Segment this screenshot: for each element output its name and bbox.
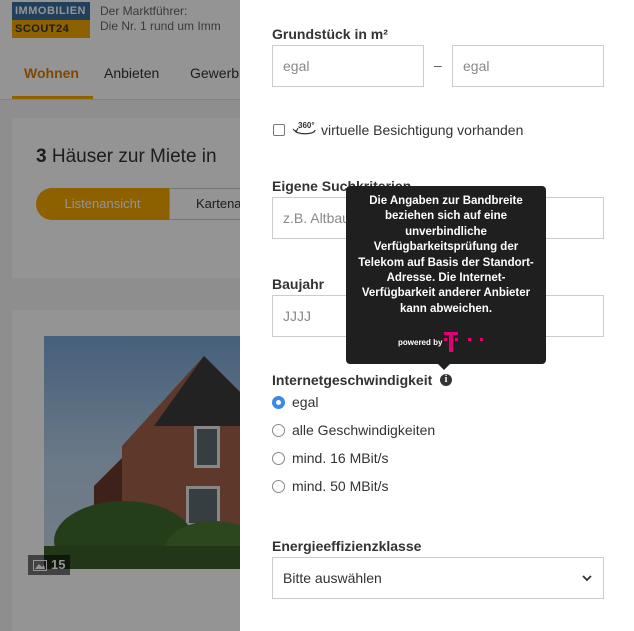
info-icon[interactable]: i <box>440 374 452 386</box>
tooltip-arrow <box>438 364 450 370</box>
radio-speed-16-label[interactable]: mind. 16 MBit/s <box>292 450 388 466</box>
360-icon: 360° <box>292 121 316 135</box>
radio-speed-16[interactable] <box>272 452 285 465</box>
energy-class-label: Energieeffizienzklasse <box>272 538 422 554</box>
radio-speed-all-label[interactable]: alle Geschwindigkeiten <box>292 422 435 438</box>
virtual-tour-checkbox[interactable] <box>273 124 285 136</box>
bandwidth-tooltip: Die Angaben zur Bandbreite beziehen sich… <box>346 186 546 370</box>
radio-speed-50-label[interactable]: mind. 50 MBit/s <box>292 478 388 494</box>
virtual-tour-label[interactable]: virtuelle Besichtigung vorhanden <box>321 122 523 138</box>
radio-speed-any[interactable] <box>272 396 285 409</box>
range-separator: – <box>434 57 442 73</box>
plot-area-label: Grundstück in m² <box>272 26 388 42</box>
radio-speed-50[interactable] <box>272 480 285 493</box>
plot-area-max-input[interactable] <box>452 45 604 87</box>
svg-text:360°: 360° <box>298 121 315 130</box>
radio-speed-all[interactable] <box>272 424 285 437</box>
radio-speed-any-label[interactable]: egal <box>292 394 318 410</box>
year-built-label: Baujahr <box>272 276 325 292</box>
energy-class-value: Bitte auswählen <box>283 570 382 586</box>
chevron-down-icon <box>582 575 592 582</box>
energy-class-select[interactable]: Bitte auswählen <box>272 557 604 599</box>
telekom-logo <box>444 332 483 352</box>
powered-by-label: powered by <box>398 338 443 347</box>
tooltip-text: Die Angaben zur Bandbreite beziehen sich… <box>358 195 534 315</box>
plot-area-min-input[interactable] <box>272 45 424 87</box>
internet-speed-label: Internetgeschwindigkeit <box>272 372 433 388</box>
